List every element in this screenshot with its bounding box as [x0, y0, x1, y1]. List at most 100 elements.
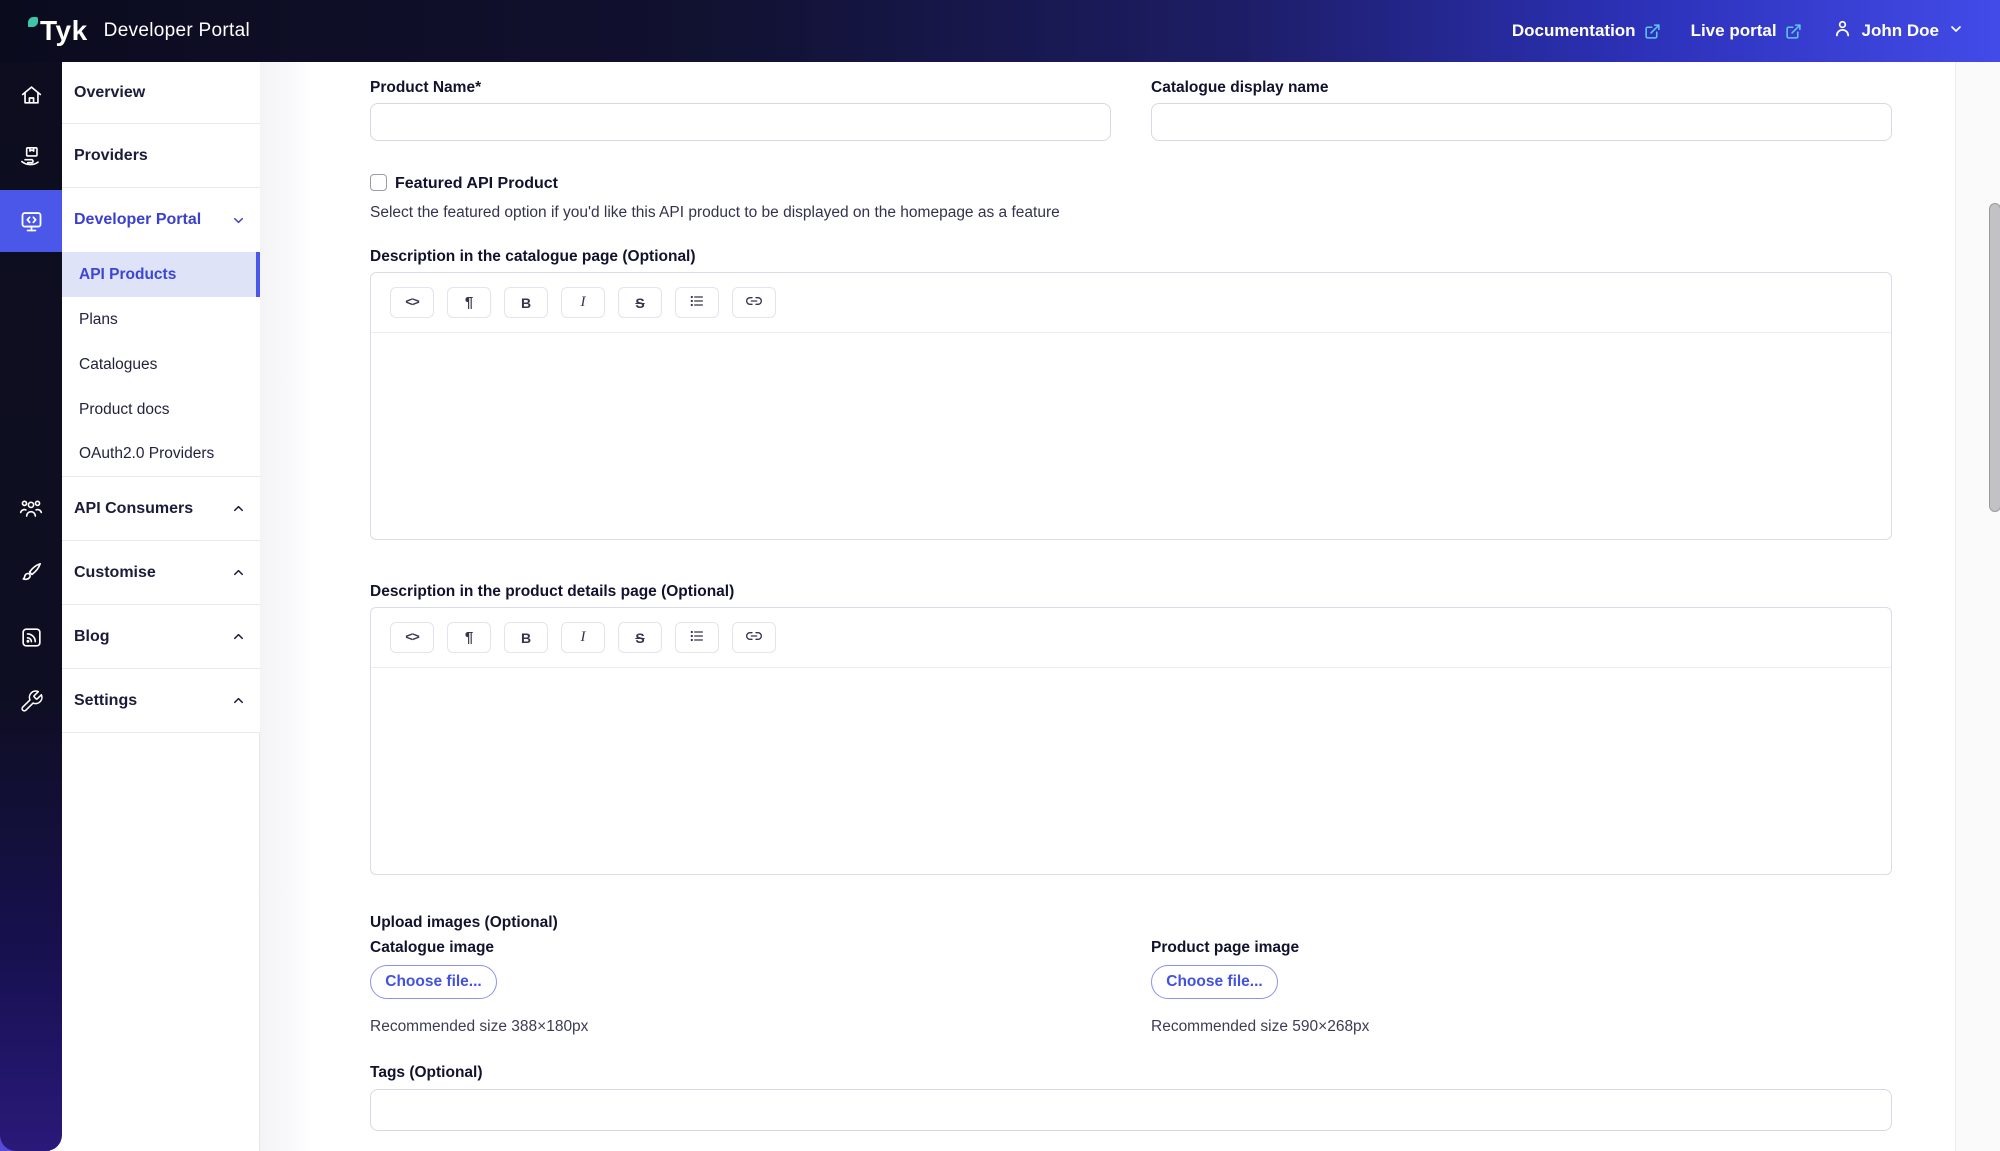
sidebar-item-developer-portal[interactable]: Developer Portal: [62, 188, 260, 252]
code-icon: <>: [405, 630, 419, 645]
rail-api-consumers-icon[interactable]: [0, 478, 62, 540]
sidebar-subitem-label: Product docs: [79, 401, 169, 419]
product-name-input[interactable]: [370, 103, 1111, 141]
page-scrollbar-thumb[interactable]: [1989, 203, 2000, 512]
catalogue-description-editor-content[interactable]: [371, 333, 1891, 539]
page-scrollbar-track[interactable]: [1955, 62, 2000, 1151]
sidebar-subitem-product-docs[interactable]: Product docs: [62, 387, 260, 432]
italic-button[interactable]: I: [561, 287, 605, 318]
live-portal-link[interactable]: Live portal: [1691, 21, 1802, 41]
link-button[interactable]: [732, 622, 776, 653]
description-details-label: Description in the product details page …: [370, 583, 734, 601]
bullet-list-icon: [689, 628, 705, 647]
featured-api-product-checkbox[interactable]: [370, 174, 387, 191]
sidebar-item-label: Blog: [74, 628, 110, 646]
content-left-gutter: [260, 62, 310, 1151]
sidebar-item-label: API Consumers: [74, 500, 193, 518]
tyk-logo: Tyk Developer Portal: [28, 15, 250, 47]
external-link-icon: [1785, 23, 1802, 40]
icon-rail: [0, 62, 62, 1151]
code-button[interactable]: <>: [390, 622, 434, 653]
sidebar-subitem-api-products[interactable]: API Products: [62, 252, 260, 297]
sidebar-item-providers[interactable]: Providers: [62, 124, 260, 188]
chevron-up-icon: [231, 629, 246, 644]
sidebar-item-settings[interactable]: Settings: [62, 669, 260, 733]
product-name-label: Product Name*: [370, 79, 481, 97]
link-button[interactable]: [732, 287, 776, 318]
rail-customise-icon[interactable]: [0, 542, 62, 604]
editor-toolbar: <> ¶ B I S: [371, 273, 1891, 333]
chevron-up-icon: [231, 501, 246, 516]
italic-icon: I: [581, 294, 586, 311]
bold-icon: B: [521, 630, 531, 646]
italic-button[interactable]: I: [561, 622, 605, 653]
sidebar-subitem-plans[interactable]: Plans: [62, 297, 260, 342]
sidebar-item-customise[interactable]: Customise: [62, 541, 260, 605]
user-name: John Doe: [1862, 21, 1939, 41]
topbar: Tyk Developer Portal Documentation Live …: [0, 0, 2000, 62]
rail-blog-icon[interactable]: [0, 606, 62, 668]
sidebar-item-label: Developer Portal: [74, 211, 201, 229]
bullet-list-icon: [689, 293, 705, 312]
catalogue-image-choose-file-button[interactable]: Choose file...: [370, 965, 497, 999]
catalogue-image-hint: Recommended size 388×180px: [370, 1018, 588, 1036]
featured-api-product-label: Featured API Product: [395, 175, 558, 193]
catalogue-display-name-input[interactable]: [1151, 103, 1892, 141]
catalogue-image-label: Catalogue image: [370, 939, 494, 957]
upload-images-title: Upload images (Optional): [370, 914, 558, 932]
code-icon: <>: [405, 295, 419, 310]
topbar-nav: Documentation Live portal John Doe: [1512, 18, 1964, 44]
external-link-icon: [1644, 23, 1661, 40]
strikethrough-button[interactable]: S: [618, 287, 662, 318]
documentation-link[interactable]: Documentation: [1512, 21, 1661, 41]
bullet-list-button[interactable]: [675, 287, 719, 318]
sidebar-subitem-label: API Products: [79, 266, 176, 284]
sidebar-item-label: Providers: [74, 147, 148, 165]
bold-button[interactable]: B: [504, 622, 548, 653]
details-description-editor-content[interactable]: [371, 668, 1891, 874]
strikethrough-button[interactable]: S: [618, 622, 662, 653]
italic-icon: I: [581, 629, 586, 646]
rail-home-icon[interactable]: [0, 64, 62, 126]
featured-help-text: Select the featured option if you'd like…: [370, 204, 1060, 222]
rail-settings-icon[interactable]: [0, 670, 62, 732]
catalogue-display-name-label: Catalogue display name: [1151, 79, 1328, 97]
sidebar-item-label: Overview: [74, 84, 145, 102]
chevron-up-icon: [231, 693, 246, 708]
paragraph-icon: ¶: [465, 294, 473, 311]
sidebar-item-blog[interactable]: Blog: [62, 605, 260, 669]
sidebar-subitem-label: Plans: [79, 311, 118, 329]
sidebar-item-api-consumers[interactable]: API Consumers: [62, 477, 260, 541]
tags-input[interactable]: [370, 1089, 1892, 1131]
paragraph-button[interactable]: ¶: [447, 622, 491, 653]
rail-developer-portal-icon[interactable]: [0, 190, 62, 252]
rail-providers-icon[interactable]: [0, 126, 62, 188]
sidebar-item-overview[interactable]: Overview: [62, 62, 260, 124]
sidebar-item-label: Settings: [74, 692, 137, 710]
link-icon: [746, 628, 762, 647]
chevron-down-icon: [1948, 21, 1964, 42]
sidebar-subitem-catalogues[interactable]: Catalogues: [62, 342, 260, 387]
strikethrough-icon: S: [635, 630, 644, 646]
paragraph-button[interactable]: ¶: [447, 287, 491, 318]
live-portal-label: Live portal: [1691, 21, 1777, 41]
bold-icon: B: [521, 295, 531, 311]
user-menu[interactable]: John Doe: [1832, 18, 1964, 44]
bullet-list-button[interactable]: [675, 622, 719, 653]
sidebar-subitem-label: Catalogues: [79, 356, 157, 374]
brand-text: Tyk: [40, 15, 88, 46]
app-root: Tyk Developer Portal Documentation Live …: [0, 0, 2000, 1151]
product-page-image-choose-file-button[interactable]: Choose file...: [1151, 965, 1278, 999]
sidebar-subitem-oauth-providers[interactable]: OAuth2.0 Providers: [62, 432, 260, 477]
tyk-leaf-icon: [28, 17, 38, 27]
tyk-logo-mark: Tyk: [28, 15, 88, 47]
tags-label: Tags (Optional): [370, 1064, 483, 1082]
documentation-label: Documentation: [1512, 21, 1636, 41]
code-button[interactable]: <>: [390, 287, 434, 318]
bold-button[interactable]: B: [504, 287, 548, 318]
sidebar: Overview Providers Developer Portal API …: [62, 62, 260, 1151]
chevron-down-icon: [231, 213, 246, 228]
link-icon: [746, 293, 762, 312]
details-description-editor: <> ¶ B I S: [370, 607, 1892, 875]
strikethrough-icon: S: [635, 295, 644, 311]
